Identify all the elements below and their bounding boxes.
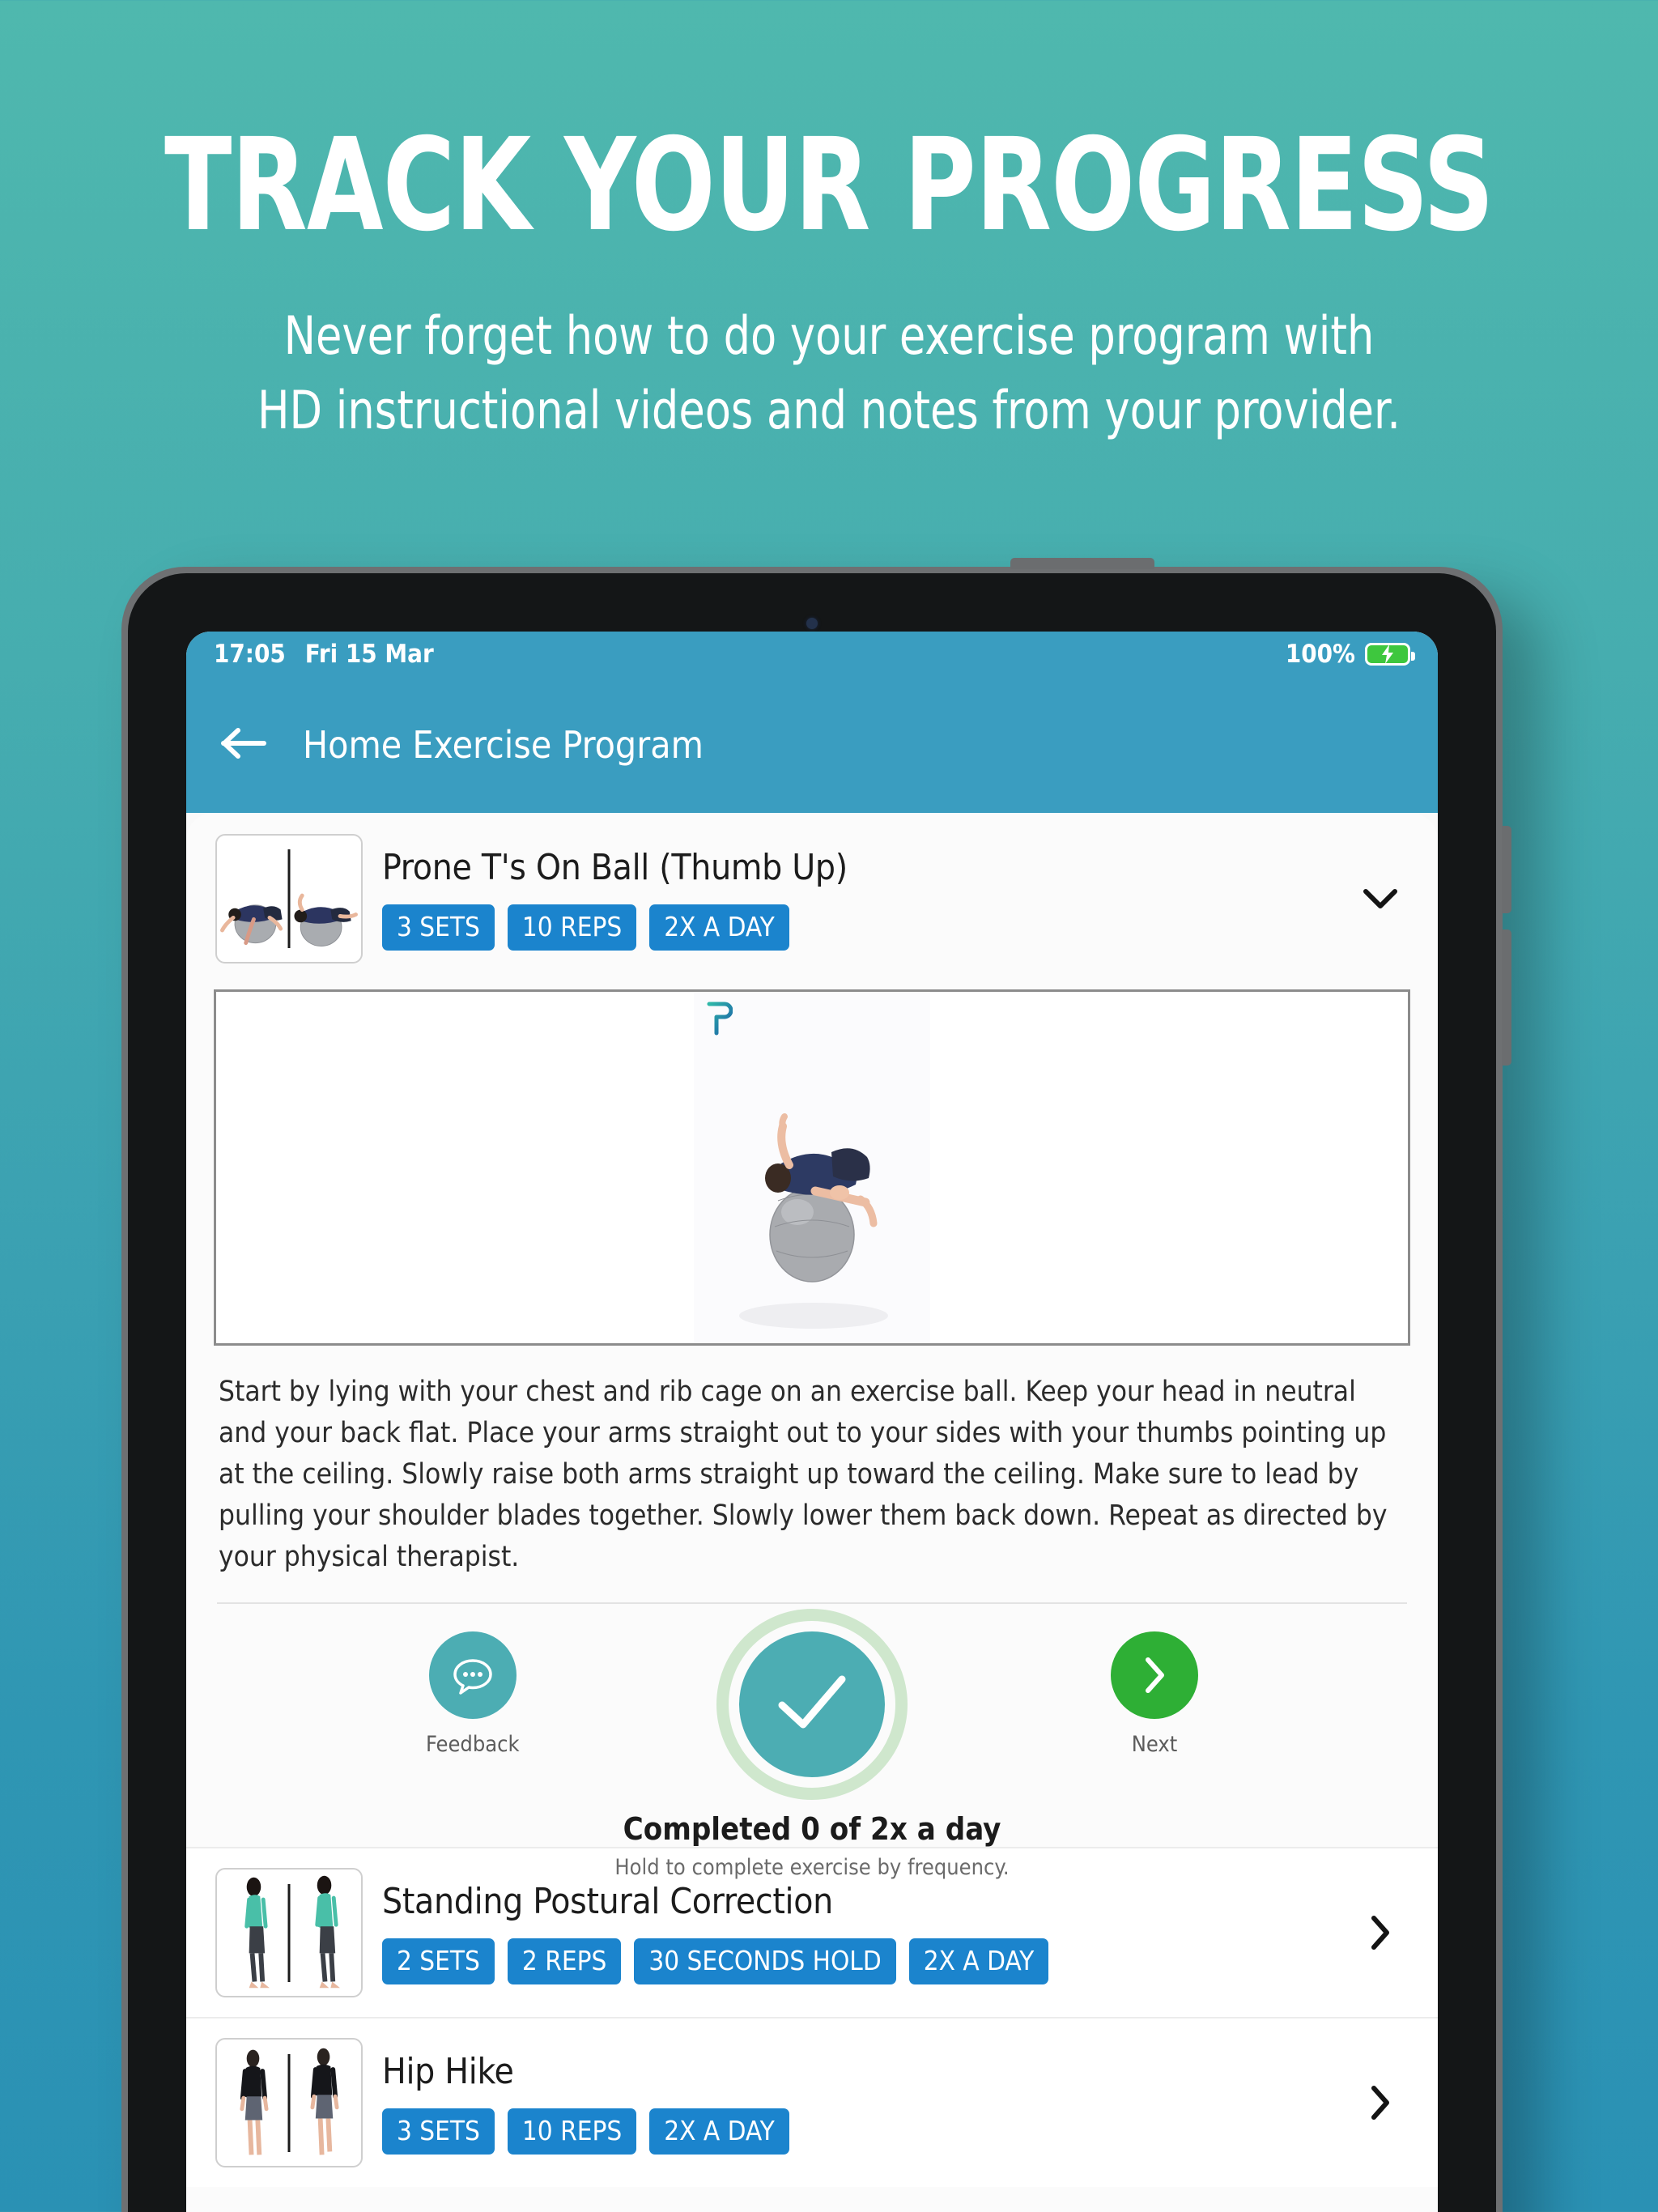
feedback-icon-circle bbox=[428, 1631, 517, 1720]
status-right-cluster: 100% bbox=[1285, 640, 1415, 669]
video-still bbox=[694, 992, 930, 1343]
status-date: Fri 15 Mar bbox=[304, 640, 434, 669]
current-exercise-badges: 3 SETS 10 REPS 2X A DAY bbox=[382, 904, 1352, 951]
volume-down-button[interactable] bbox=[1502, 929, 1511, 1066]
next-label: Next bbox=[1131, 1732, 1178, 1758]
complete-core bbox=[739, 1631, 885, 1778]
completion-status: Completed 0 of 2x a day bbox=[623, 1811, 1001, 1848]
lightning-bolt-icon bbox=[1367, 644, 1408, 664]
badge-frequency: 2X A DAY bbox=[649, 904, 789, 951]
thumbnail-frame-b bbox=[289, 2040, 361, 2166]
battery-charging-icon bbox=[1365, 643, 1415, 666]
front-camera-icon bbox=[806, 618, 818, 629]
next-icon-circle bbox=[1111, 1631, 1198, 1720]
badge-hold: 30 SECONDS HOLD bbox=[634, 1938, 896, 1985]
promo-subtitle-line2: HD instructional videos and notes from y… bbox=[257, 381, 1401, 442]
volume-up-button[interactable] bbox=[1502, 826, 1511, 913]
checkmark-icon bbox=[778, 1675, 846, 1729]
p-logo-watermark bbox=[705, 1000, 733, 1041]
battery-percent: 100% bbox=[1285, 640, 1355, 669]
list-item-text: Hip Hike 3 SETS 10 REPS 2X A DAY bbox=[382, 2051, 1352, 2155]
video-frame bbox=[694, 992, 930, 1343]
app-navbar: Home Exercise Program bbox=[186, 677, 1438, 813]
back-button[interactable] bbox=[220, 725, 267, 765]
next-button[interactable]: Next bbox=[1111, 1631, 1198, 1757]
app-screen: 17:05 Fri 15 Mar 100% Home Exercise Prog… bbox=[186, 632, 1438, 2212]
current-exercise-title: Prone T's On Ball (Thumb Up) bbox=[382, 847, 848, 888]
status-bar: 17:05 Fri 15 Mar 100% bbox=[186, 632, 1438, 677]
feedback-label: Feedback bbox=[426, 1732, 520, 1758]
list-item-text: Standing Postural Correction 2 SETS 2 RE… bbox=[382, 1881, 1352, 1985]
exercise-actions: Feedback Next Completed 0 of 2x a day Ho… bbox=[186, 1604, 1438, 1880]
chat-bubble-icon bbox=[453, 1659, 492, 1695]
collapse-exercise-button[interactable] bbox=[1352, 887, 1409, 911]
complete-exercise-button[interactable] bbox=[716, 1609, 908, 1801]
badge-reps: 10 REPS bbox=[507, 904, 637, 951]
thumbnail-frame-a bbox=[217, 836, 289, 962]
promo-header: TRACK YOUR PROGRESS Never forget how to … bbox=[0, 0, 1658, 449]
device-bezel: 17:05 Fri 15 Mar 100% Home Exercise Prog… bbox=[128, 573, 1496, 2212]
status-time: 17:05 bbox=[214, 640, 286, 669]
chevron-right-icon bbox=[1146, 1657, 1164, 1694]
current-exercise-text: Prone T's On Ball (Thumb Up) 3 SETS 10 R… bbox=[382, 847, 1352, 951]
hip-hike-thumbnail[interactable] bbox=[215, 2038, 363, 2168]
open-exercise-button[interactable] bbox=[1352, 2084, 1409, 2121]
power-button[interactable] bbox=[1010, 558, 1154, 569]
badge-reps: 2 REPS bbox=[507, 1938, 622, 1985]
exercise-description: Start by lying with your chest and rib c… bbox=[219, 1376, 1388, 1574]
badge-sets: 3 SETS bbox=[382, 904, 495, 951]
chevron-right-icon bbox=[1371, 2086, 1389, 2121]
list-item-title: Hip Hike bbox=[382, 2051, 514, 2093]
standing-posture-thumbnail[interactable] bbox=[215, 1868, 363, 1998]
promo-subtitle: Never forget how to do your exercise pro… bbox=[83, 300, 1575, 449]
content-sheet: Prone T's On Ball (Thumb Up) 3 SETS 10 R… bbox=[186, 813, 1438, 2212]
page-title: TRACK YOUR PROGRESS bbox=[164, 111, 1494, 260]
badge-sets: 3 SETS bbox=[382, 2108, 495, 2155]
completion-hint: Hold to complete exercise by frequency. bbox=[614, 1855, 1010, 1881]
promo-subtitle-line1: Never forget how to do your exercise pro… bbox=[283, 306, 1375, 367]
list-item-badges: 2 SETS 2 REPS 30 SECONDS HOLD 2X A DAY bbox=[382, 1938, 1352, 1985]
list-item-title: Standing Postural Correction bbox=[382, 1881, 833, 1923]
feedback-button[interactable]: Feedback bbox=[426, 1631, 520, 1757]
thumbnail-frame-b bbox=[289, 1870, 361, 1996]
thumbnail-frame-b bbox=[289, 836, 361, 962]
exercise-video-player[interactable] bbox=[214, 989, 1410, 1346]
badge-reps: 10 REPS bbox=[507, 2108, 637, 2155]
tablet-device: 17:05 Fri 15 Mar 100% Home Exercise Prog… bbox=[121, 558, 1511, 2212]
badge-frequency: 2X A DAY bbox=[649, 2108, 789, 2155]
navbar-title: Home Exercise Program bbox=[303, 723, 704, 767]
chevron-right-icon bbox=[1371, 1916, 1389, 1950]
badge-sets: 2 SETS bbox=[382, 1938, 495, 1985]
thumbnail-frame-a bbox=[217, 2040, 289, 2166]
complete-ring-gap bbox=[729, 1621, 895, 1789]
badge-frequency: 2X A DAY bbox=[908, 1938, 1049, 1985]
list-item-badges: 3 SETS 10 REPS 2X A DAY bbox=[382, 2108, 1352, 2155]
open-exercise-button[interactable] bbox=[1352, 1914, 1409, 1951]
thumbnail-frame-a bbox=[217, 1870, 289, 1996]
chevron-down-icon bbox=[1363, 889, 1397, 908]
exercise-thumbnail[interactable] bbox=[215, 834, 363, 963]
current-exercise-header[interactable]: Prone T's On Ball (Thumb Up) 3 SETS 10 R… bbox=[186, 813, 1438, 983]
list-item[interactable]: Hip Hike 3 SETS 10 REPS 2X A DAY bbox=[186, 2017, 1438, 2188]
